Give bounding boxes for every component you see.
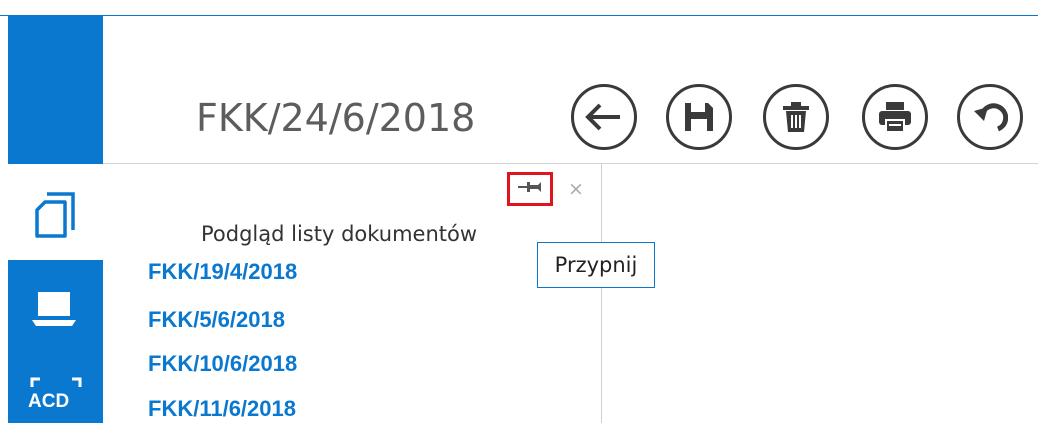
back-button[interactable] — [571, 84, 637, 150]
panel-separator — [601, 164, 602, 423]
save-button[interactable] — [666, 84, 732, 150]
printer-icon — [877, 100, 913, 134]
undo-button[interactable] — [957, 84, 1023, 150]
documents-icon — [33, 190, 77, 243]
acd-label: ACD — [28, 391, 70, 412]
sidebar-lower: ACD — [8, 260, 103, 423]
document-link[interactable]: FKK/10/6/2018 — [148, 351, 297, 377]
pin-icon — [517, 179, 543, 200]
document-link[interactable]: FKK/11/6/2018 — [148, 396, 296, 422]
close-panel-button[interactable]: × — [568, 178, 584, 200]
delete-button[interactable] — [763, 84, 829, 150]
sidebar-item-documents[interactable] — [8, 164, 103, 260]
floppy-disk-icon — [682, 100, 716, 134]
document-link[interactable]: FKK/19/4/2018 — [148, 259, 297, 285]
pin-button[interactable] — [507, 172, 553, 206]
undo-icon — [972, 101, 1008, 133]
trash-icon — [781, 101, 811, 133]
panel-title: Podgląd listy dokumentów — [201, 222, 478, 246]
pin-tooltip: Przypnij — [537, 242, 655, 288]
arrow-left-icon — [584, 101, 624, 133]
sidebar-item-laptop[interactable] — [8, 260, 103, 350]
sidebar-item-acd[interactable]: ACD — [8, 365, 103, 423]
document-title: FKK/24/6/2018 — [196, 96, 476, 140]
document-link[interactable]: FKK/5/6/2018 — [148, 307, 285, 333]
header-separator — [103, 163, 1038, 164]
top-accent-line — [0, 15, 1038, 16]
app-brand-block — [8, 15, 103, 164]
print-button[interactable] — [862, 84, 928, 150]
laptop-icon — [31, 290, 77, 333]
